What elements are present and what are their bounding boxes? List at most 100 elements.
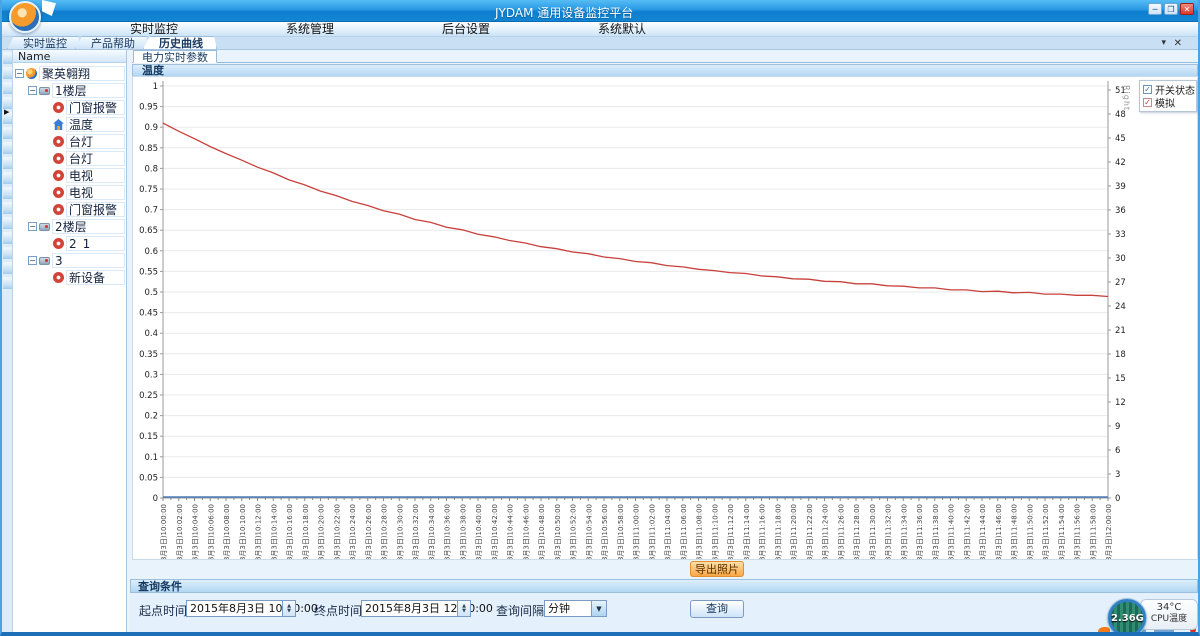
svg-text:(8月3日)11:36:00: (8月3日)11:36:00 (916, 504, 924, 559)
tree-node[interactable]: 电视 (13, 167, 126, 184)
svg-text:(8月3日)10:00:00: (8月3日)10:00:00 (160, 504, 168, 559)
fan-icon (53, 102, 64, 113)
start-time-input[interactable]: 2015年8月3日 10:00:00 (186, 600, 283, 617)
tab-power-realtime-params[interactable]: 电力实时参数 (133, 50, 217, 63)
tree-node-label[interactable]: 3 (52, 253, 125, 268)
splitter-tiles (3, 52, 12, 292)
svg-text:(8月3日)11:40:00: (8月3日)11:40:00 (948, 504, 956, 559)
svg-text:(8月3日)11:58:00: (8月3日)11:58:00 (1089, 504, 1097, 559)
spin-down-icon[interactable]: ▼ (287, 609, 291, 614)
end-time-spinner[interactable]: ▲ ▼ (458, 600, 471, 617)
spin-down-icon[interactable]: ▼ (462, 609, 466, 614)
start-time-spinner[interactable]: ▲ ▼ (283, 600, 296, 617)
tree-node[interactable]: 2_1 (13, 235, 126, 252)
tree-node[interactable]: 门窗报警 (13, 201, 126, 218)
tree-node-label[interactable]: 温度 (66, 117, 125, 132)
svg-text:(8月3日)11:50:00: (8月3日)11:50:00 (1026, 504, 1034, 559)
svg-text:(8月3日)10:24:00: (8月3日)10:24:00 (349, 504, 357, 559)
tree-node-label[interactable]: 台灯 (66, 134, 125, 149)
tree-node[interactable]: − 2楼层 (13, 218, 126, 235)
fan-icon (53, 136, 64, 147)
svg-text:0.7: 0.7 (144, 206, 158, 216)
tree-expander-icon[interactable]: − (28, 256, 37, 265)
tab[interactable]: 产品帮助 (75, 36, 149, 49)
minimize-button[interactable]: ─ (1148, 3, 1162, 15)
svg-text:0: 0 (153, 494, 158, 504)
svg-text:(8月3日)10:14:00: (8月3日)10:14:00 (270, 504, 278, 559)
tree-expander-icon[interactable]: − (28, 86, 37, 95)
svg-text:0.4: 0.4 (144, 329, 158, 339)
legend-item: ✓模拟 (1143, 96, 1193, 109)
tree-node-label[interactable]: 新设备 (66, 270, 125, 285)
menu-item[interactable]: 系统管理 (286, 22, 334, 37)
tree-node-label[interactable]: 电视 (66, 168, 125, 183)
tree-node[interactable]: 台灯 (13, 150, 126, 167)
tree-header[interactable]: Name (13, 50, 126, 63)
svg-text:18: 18 (1115, 350, 1126, 360)
interval-select[interactable]: 分钟 (544, 600, 592, 617)
legend-checkbox[interactable]: ✓ (1143, 98, 1152, 107)
tree-node[interactable]: − 1楼层 (13, 82, 126, 99)
tree-node-label[interactable]: 2楼层 (52, 219, 125, 234)
svg-text:0.55: 0.55 (139, 267, 158, 277)
fan-icon (53, 238, 64, 249)
tree-node-label[interactable]: 台灯 (66, 151, 125, 166)
tree-node[interactable]: 电视 (13, 184, 126, 201)
svg-text:(8月3日)11:10:00: (8月3日)11:10:00 (711, 504, 719, 559)
svg-text:(8月3日)10:38:00: (8月3日)10:38:00 (459, 504, 467, 559)
menu-item[interactable]: 系统默认 (598, 22, 646, 37)
app-title: JYDAM 通用设备监控平台 (495, 4, 633, 21)
tree-node[interactable]: 温度 (13, 116, 126, 133)
query-button[interactable]: 查询 (690, 600, 744, 618)
tree-node-label[interactable]: 门窗报警 (66, 202, 125, 217)
panel-splitter[interactable]: ▶ (2, 50, 13, 636)
select-arrow-icon[interactable]: ▼ (592, 600, 607, 617)
tree-node[interactable]: 新设备 (13, 269, 126, 286)
svg-text:(8月3日)10:18:00: (8月3日)10:18:00 (302, 504, 310, 559)
svg-text:(8月3日)11:38:00: (8月3日)11:38:00 (932, 504, 940, 559)
menu-item[interactable]: 实时监控 (130, 22, 178, 37)
tree-node[interactable]: − 聚英翱翔 (13, 65, 126, 82)
svg-text:0.05: 0.05 (139, 473, 158, 483)
svg-text:(8月3日)11:26:00: (8月3日)11:26:00 (837, 504, 845, 559)
menu-bar: 实时监控 系统管理 后台设置 系统默认 (2, 22, 1198, 37)
tree-node-label[interactable]: 2_1 (66, 236, 125, 251)
collapse-arrow-icon[interactable]: ▶ (4, 108, 9, 116)
svg-text:(8月3日)11:44:00: (8月3日)11:44:00 (979, 504, 987, 559)
tab[interactable]: 实时监控 (7, 36, 81, 49)
tree-expander-icon[interactable]: − (15, 69, 24, 78)
export-image-button[interactable]: 导出照片 (690, 561, 744, 577)
window-controls: ─ ❐ ✕ (1148, 3, 1194, 15)
tree-rows: −聚英翱翔−1楼层门窗报警温度台灯台灯电视电视门窗报警−2楼层2_1−3新设备 (13, 65, 126, 286)
svg-text:(8月3日)10:34:00: (8月3日)10:34:00 (428, 504, 436, 559)
legend-checkbox[interactable]: ✓ (1143, 85, 1152, 94)
cpu-temperature-label: CPU温度 (1141, 614, 1197, 625)
tree-expander-icon[interactable]: − (28, 222, 37, 231)
tree-node-label[interactable]: 门窗报警 (66, 100, 125, 115)
tree-node[interactable]: −3 (13, 252, 126, 269)
end-time-input[interactable]: 2015年8月3日 12:00:00 (361, 600, 458, 617)
device-icon (39, 223, 50, 231)
tree-node-label[interactable]: 1楼层 (52, 83, 125, 98)
tab-list-dropdown-icon[interactable]: ▾ (1161, 38, 1166, 48)
tree-node[interactable]: 门窗报警 (13, 99, 126, 116)
tree-node-label[interactable]: 电视 (66, 185, 125, 200)
svg-text:0.3: 0.3 (144, 370, 158, 380)
svg-text:48: 48 (1115, 110, 1126, 120)
end-time-label: 终点时间 (314, 602, 362, 619)
close-button[interactable]: ✕ (1180, 3, 1194, 15)
tree-node[interactable]: 台灯 (13, 133, 126, 150)
memory-gauge: 2.36G (1108, 599, 1146, 636)
tab[interactable]: 历史曲线 (143, 36, 217, 49)
export-strip: 导出照片 (132, 560, 1198, 579)
svg-text:(8月3日)11:04:00: (8月3日)11:04:00 (664, 504, 672, 559)
svg-text:24: 24 (1115, 302, 1126, 312)
tree-node-label[interactable]: 聚英翱翔 (39, 66, 125, 81)
menu-item[interactable]: 后台设置 (442, 22, 490, 37)
svg-text:(8月3日)11:42:00: (8月3日)11:42:00 (963, 504, 971, 559)
tab-close-icon[interactable]: ✕ (1174, 38, 1182, 49)
svg-text:(8月3日)11:22:00: (8月3日)11:22:00 (806, 504, 814, 559)
start-time-label: 起点时间 (139, 602, 187, 619)
restore-button[interactable]: ❐ (1164, 3, 1178, 15)
svg-text:(8月3日)11:18:00: (8月3日)11:18:00 (774, 504, 782, 559)
